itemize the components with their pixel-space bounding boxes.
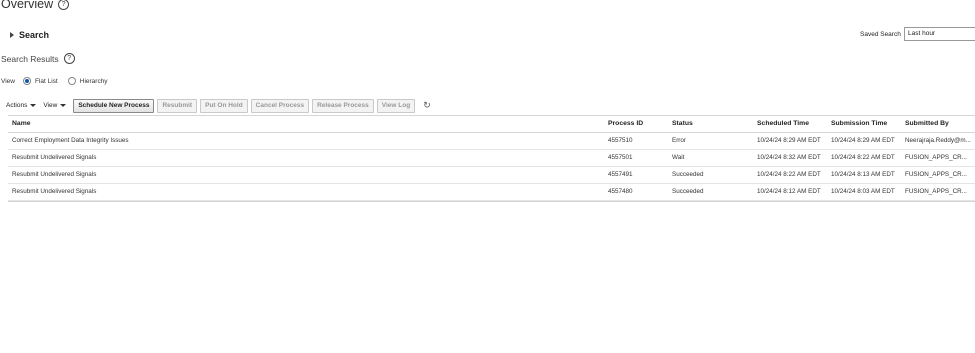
hierarchy-label[interactable]: Hierarchy	[80, 78, 108, 85]
cell-submission-time: 10/24/24 8:29 AM EDT	[831, 137, 895, 144]
page-title: Overview	[1, 0, 54, 11]
cell-status: Wait	[672, 154, 685, 161]
cell-status: Error	[672, 137, 686, 144]
header-submitted-by[interactable]: Submitted By	[905, 116, 973, 132]
help-icon[interactable]: ?	[63, 53, 75, 64]
refresh-icon[interactable]: ↻	[423, 100, 431, 111]
results-table: Name Process ID Status Scheduled Time Su…	[8, 115, 975, 201]
table-row[interactable]: Resubmit Undelivered Signals 4557501 Wai…	[8, 150, 975, 167]
cell-process-id: 4557491	[608, 171, 633, 178]
search-label: Search	[19, 30, 50, 40]
put-on-hold-button[interactable]: Put On Hold	[200, 98, 248, 113]
cell-submission-time: 10/24/24 8:13 AM EDT	[831, 171, 895, 178]
cell-name: Resubmit Undelivered Signals	[12, 171, 97, 178]
search-results-heading: Search Results ?	[1, 53, 75, 64]
cell-scheduled-time: 10/24/24 8:12 AM EDT	[757, 188, 821, 195]
header-process-id[interactable]: Process ID	[608, 116, 668, 132]
table-bottom-border	[8, 201, 975, 202]
radio-selected-dot	[24, 79, 29, 83]
view-selector: View Flat List Hierarchy	[1, 77, 108, 85]
header-scheduled-time[interactable]: Scheduled Time	[757, 116, 829, 132]
view-menu-label: View	[43, 102, 58, 109]
cell-submitted-by: Neerajraja.Reddy@m...	[905, 137, 971, 144]
cell-submitted-by: FUSION_APPS_CR...	[905, 188, 967, 195]
cancel-process-button[interactable]: Cancel Process	[250, 98, 310, 113]
cell-process-id: 4557501	[608, 154, 633, 161]
cell-status: Succeeded	[672, 171, 704, 178]
cell-submitted-by: FUSION_APPS_CR...	[905, 171, 967, 178]
table-row[interactable]: Resubmit Undelivered Signals 4557480 Suc…	[8, 184, 975, 201]
help-icon[interactable]: ?	[58, 0, 70, 10]
expand-icon	[10, 32, 14, 38]
flat-list-label[interactable]: Flat List	[35, 78, 58, 85]
cell-process-id: 4557510	[608, 137, 633, 144]
cell-name: Correct Employment Data Integrity Issues	[12, 137, 129, 144]
actions-menu[interactable]: Actions	[6, 102, 37, 109]
view-log-button[interactable]: View Log	[376, 98, 416, 113]
view-label: View	[1, 77, 15, 85]
chevron-down-icon	[60, 104, 67, 107]
actions-label: Actions	[6, 102, 28, 109]
table-header: Name Process ID Status Scheduled Time Su…	[8, 115, 975, 133]
chevron-down-icon	[30, 104, 37, 107]
cell-submitted-by: FUSION_APPS_CR...	[905, 154, 967, 161]
page-title-group: Overview ?	[1, 0, 70, 11]
search-disclosure[interactable]: Search	[10, 30, 49, 40]
header-submission-time[interactable]: Submission Time	[831, 116, 903, 132]
header-status[interactable]: Status	[672, 116, 752, 132]
resubmit-button[interactable]: Resubmit	[157, 98, 198, 113]
cell-submission-time: 10/24/24 8:22 AM EDT	[831, 154, 895, 161]
saved-search-select[interactable]: Last hour	[904, 27, 975, 41]
table-row[interactable]: Correct Employment Data Integrity Issues…	[8, 133, 975, 150]
schedule-new-process-button[interactable]: Schedule New Process	[73, 98, 155, 113]
toolbar: Actions View Schedule New Process Resubm…	[6, 98, 431, 113]
hierarchy-radio[interactable]	[67, 77, 76, 85]
cell-status: Succeeded	[672, 188, 704, 195]
cell-name: Resubmit Undelivered Signals	[12, 188, 97, 195]
cell-scheduled-time: 10/24/24 8:22 AM EDT	[757, 171, 821, 178]
release-process-button[interactable]: Release Process	[312, 98, 374, 113]
flat-list-radio[interactable]	[22, 77, 31, 85]
search-results-label: Search Results	[1, 53, 59, 64]
saved-search-label: Saved Search	[860, 31, 901, 38]
cell-scheduled-time: 10/24/24 8:29 AM EDT	[757, 137, 821, 144]
cell-name: Resubmit Undelivered Signals	[12, 154, 97, 161]
view-menu[interactable]: View	[43, 102, 67, 109]
cell-process-id: 4557480	[608, 188, 633, 195]
cell-scheduled-time: 10/24/24 8:32 AM EDT	[757, 154, 821, 161]
cell-submission-time: 10/24/24 8:03 AM EDT	[831, 188, 895, 195]
table-row[interactable]: Resubmit Undelivered Signals 4557491 Suc…	[8, 167, 975, 184]
header-name[interactable]: Name	[12, 116, 592, 132]
